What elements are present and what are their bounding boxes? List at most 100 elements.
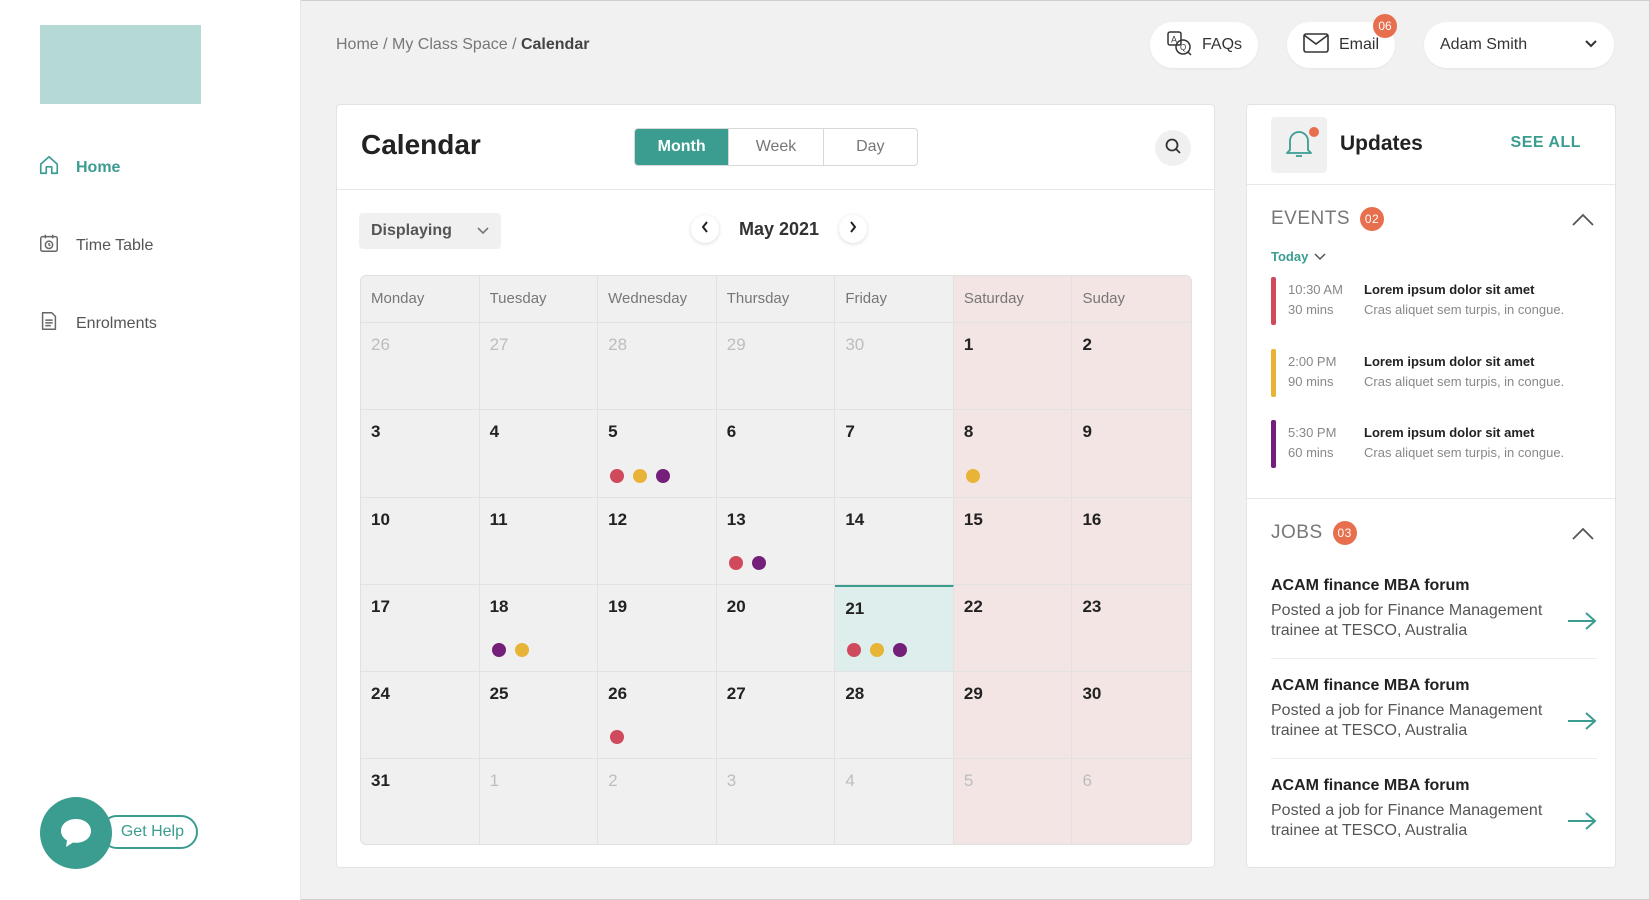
sidebar: Home Time Table Enrolments Get Help	[0, 0, 301, 900]
calendar-day-cell[interactable]: 3	[361, 410, 480, 497]
calendar-day-cell[interactable]: 1	[953, 323, 1073, 410]
arrow-right-icon[interactable]	[1567, 711, 1597, 736]
get-help-button[interactable]: Get Help	[100, 815, 198, 849]
calendar-day-cell[interactable]: 26	[598, 672, 717, 759]
calendar-day-cell[interactable]: 25	[480, 672, 599, 759]
calendar-day-cell[interactable]: 5	[953, 759, 1073, 844]
sidebar-item-time-table[interactable]: Time Table	[38, 232, 153, 259]
event-dot-yellow[interactable]	[633, 468, 648, 483]
calendar-day-cell[interactable]: 20	[717, 584, 836, 672]
svg-text:Q: Q	[1180, 43, 1186, 52]
event-dot-purple[interactable]	[893, 643, 908, 658]
email-button[interactable]: Email 06	[1287, 14, 1397, 68]
calendar-day-cell[interactable]: 23	[1072, 584, 1191, 672]
sidebar-item-enrolments[interactable]: Enrolments	[38, 310, 157, 337]
event-dot-red[interactable]	[610, 730, 625, 745]
event-dot-yellow[interactable]	[514, 643, 529, 658]
event-dot-purple[interactable]	[751, 555, 766, 570]
tab-week[interactable]: Week	[729, 129, 824, 165]
calendar-day-cell[interactable]: 31	[361, 759, 480, 844]
calendar-day-cell[interactable]: 2	[1072, 323, 1191, 410]
calendar-day-cell[interactable]: 18	[480, 584, 599, 672]
event-dots	[491, 643, 529, 658]
weekday-label: Thursday	[717, 276, 836, 322]
event-dot-purple[interactable]	[656, 468, 671, 483]
calendar-day-cell[interactable]: 29	[953, 672, 1073, 759]
home-icon	[38, 154, 60, 181]
calendar-day-cell[interactable]: 30	[835, 323, 954, 410]
calendar-day-cell[interactable]: 24	[361, 672, 480, 759]
prev-month-button[interactable]	[691, 215, 719, 243]
calendar-day-cell[interactable]: 22	[953, 584, 1073, 672]
calendar-day-cell[interactable]: 1	[480, 759, 599, 844]
see-all-link[interactable]: SEE ALL	[1511, 134, 1581, 152]
calendar-day-cell[interactable]: 5	[598, 410, 717, 497]
chevron-down-icon	[1314, 249, 1326, 264]
calendar-day-cell[interactable]: 2	[598, 759, 717, 844]
calendar-day-cell[interactable]: 10	[361, 497, 480, 584]
event-dot-purple[interactable]	[491, 643, 506, 658]
arrow-right-icon[interactable]	[1567, 811, 1597, 836]
calendar-day-cell[interactable]: 11	[480, 497, 599, 584]
calendar-day-cell[interactable]: 3	[717, 759, 836, 844]
chevron-up-icon[interactable]	[1571, 213, 1595, 232]
day-number: 11	[489, 509, 508, 529]
calendar-day-cell[interactable]: 4	[835, 759, 954, 844]
calendar-day-cell[interactable]: 9	[1072, 410, 1191, 497]
chat-bubble-icon[interactable]	[40, 797, 112, 869]
breadcrumb-home[interactable]: Home	[336, 36, 379, 53]
calendar-day-cell[interactable]: 27	[717, 672, 836, 759]
job-item[interactable]: ACAM finance MBA forum Posted a job for …	[1271, 677, 1597, 741]
calendar-search-button[interactable]	[1155, 130, 1191, 166]
weekday-label: Monday	[361, 276, 480, 322]
notifications-button[interactable]	[1271, 117, 1327, 173]
event-dot-yellow[interactable]	[870, 643, 885, 658]
event-dot-yellow[interactable]	[965, 468, 980, 483]
event-dot-red[interactable]	[728, 555, 743, 570]
events-date-filter[interactable]: Today	[1271, 249, 1326, 264]
calendar-day-cell[interactable]: 28	[598, 323, 717, 410]
calendar-day-cell[interactable]: 30	[1072, 672, 1191, 759]
job-item[interactable]: ACAM finance MBA forum Posted a job for …	[1271, 777, 1597, 841]
calendar-day-cell[interactable]: 14	[835, 497, 954, 584]
chevron-up-icon[interactable]	[1571, 527, 1595, 546]
event-dot-red[interactable]	[610, 468, 625, 483]
event-item[interactable]: 10:30 AM 30 mins Lorem ipsum dolor sit am…	[1271, 277, 1601, 325]
job-item[interactable]: ACAM finance MBA forum Posted a job for …	[1271, 577, 1597, 641]
logo[interactable]	[40, 25, 201, 104]
tab-day[interactable]: Day	[824, 129, 917, 165]
event-dot-red[interactable]	[847, 643, 862, 658]
arrow-right-icon[interactable]	[1567, 611, 1597, 636]
calendar-day-cell[interactable]: 7	[835, 410, 954, 497]
calendar-day-cell[interactable]: 12	[598, 497, 717, 584]
calendar-day-cell[interactable]: 6	[717, 410, 836, 497]
get-help-widget[interactable]: Get Help	[40, 797, 200, 869]
calendar-day-cell[interactable]: 15	[953, 497, 1073, 584]
calendar-day-cell[interactable]: 27	[480, 323, 599, 410]
calendar-day-cell[interactable]: 28	[835, 672, 954, 759]
calendar-day-cell[interactable]: 13	[717, 497, 836, 584]
calendar-day-cell[interactable]: 29	[717, 323, 836, 410]
calendar-day-cell[interactable]: 16	[1072, 497, 1191, 584]
day-number: 4	[845, 771, 855, 791]
event-time: 10:30 AM	[1288, 282, 1343, 297]
svg-text:A: A	[1171, 34, 1177, 44]
faqs-button[interactable]: AQ FAQs	[1150, 22, 1258, 68]
calendar-day-cell-today[interactable]: 21	[835, 584, 954, 672]
breadcrumb-class-space[interactable]: My Class Space	[392, 36, 508, 53]
calendar-day-cell[interactable]: 8	[953, 410, 1073, 497]
calendar-day-cell[interactable]: 19	[598, 584, 717, 672]
tab-month[interactable]: Month	[635, 129, 730, 165]
next-month-button[interactable]	[839, 215, 867, 243]
sidebar-item-home[interactable]: Home	[38, 154, 120, 181]
event-item[interactable]: 2:00 PM 90 mins Lorem ipsum dolor sit ame…	[1271, 349, 1601, 397]
calendar-day-cell[interactable]: 6	[1072, 759, 1191, 844]
event-item[interactable]: 5:30 PM 60 mins Lorem ipsum dolor sit ame…	[1271, 420, 1601, 468]
user-menu-dropdown[interactable]: Adam Smith	[1424, 22, 1614, 68]
displaying-select[interactable]: Displaying	[359, 213, 501, 249]
current-month-label: May 2021	[738, 218, 820, 239]
calendar-day-cell[interactable]: 17	[361, 584, 480, 672]
calendar-day-cell[interactable]: 26	[361, 323, 480, 410]
day-number: 17	[371, 596, 390, 616]
calendar-day-cell[interactable]: 4	[480, 410, 599, 497]
